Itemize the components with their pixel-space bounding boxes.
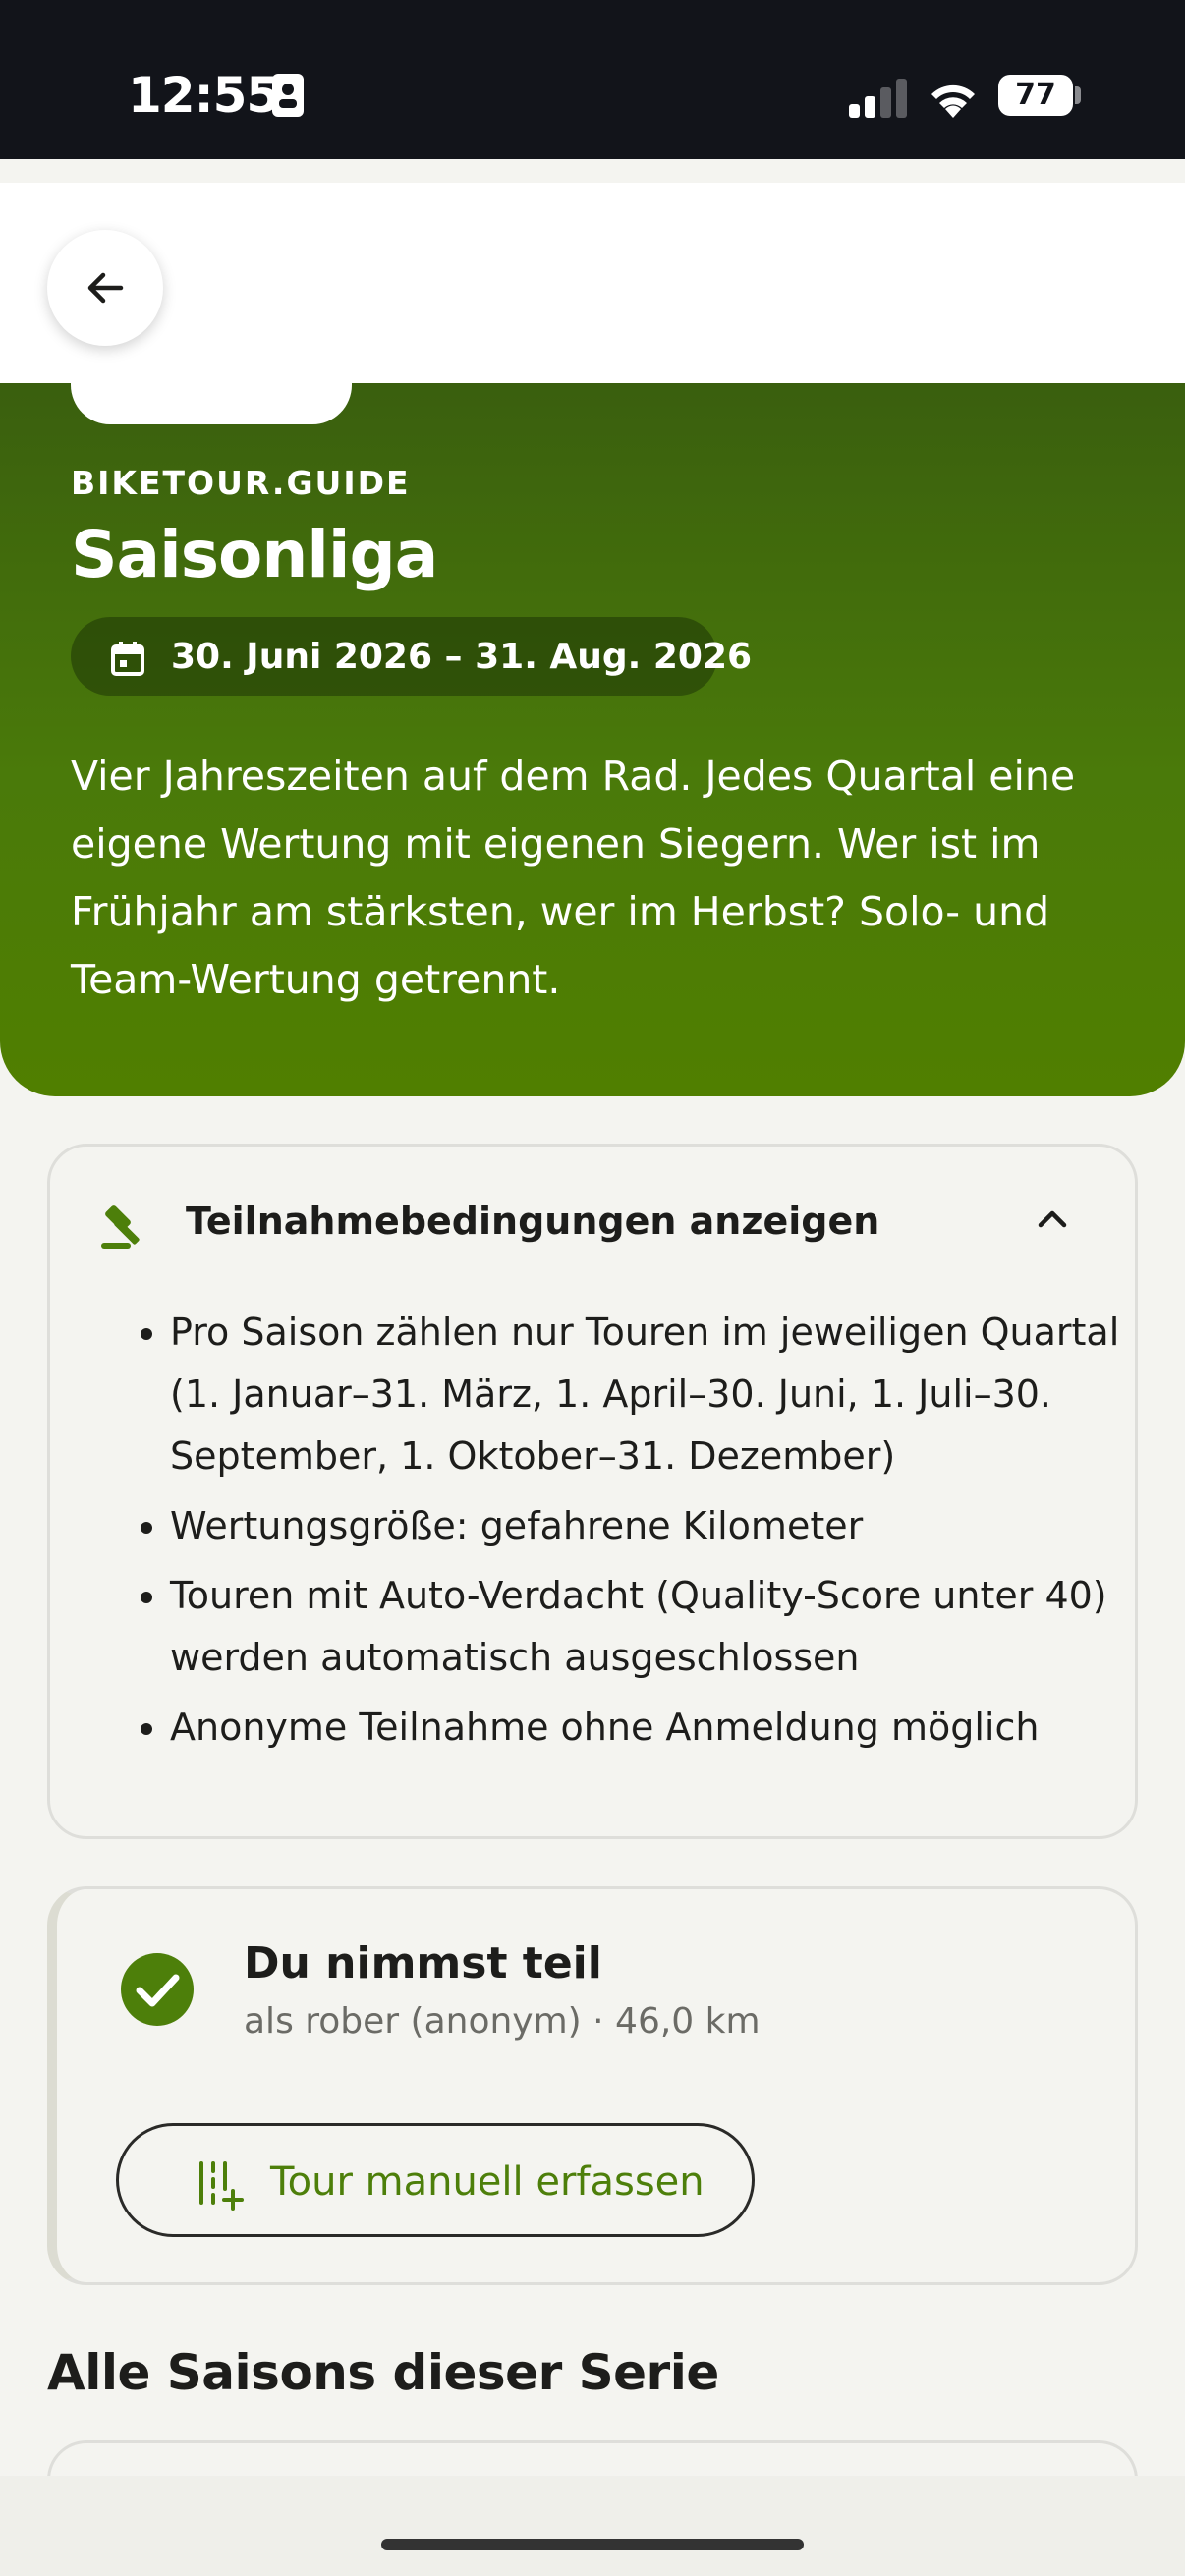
check-circle-icon: [121, 1953, 194, 2026]
date-range-text: 30. Juni 2026 – 31. Aug. 2026: [171, 637, 753, 677]
bottom-safe-area: [0, 2476, 1185, 2576]
arrow-left-icon: [87, 272, 124, 304]
conditions-list: Pro Saison zählen nur Touren im jeweilig…: [119, 1302, 1133, 1766]
brand-eyebrow: BIKETOUR.GUIDE: [71, 464, 411, 502]
battery-level: 77: [998, 75, 1073, 116]
seasons-section-title: Alle Saisons dieser Serie: [47, 2344, 719, 2401]
conditions-toggle[interactable]: Teilnahmebedingungen anzeigen: [186, 1200, 879, 1243]
manual-tour-label: Tour manuell erfassen: [270, 2159, 705, 2205]
hero-tab-notch: [71, 373, 352, 424]
contact-card-icon: [272, 74, 304, 117]
chevron-up-icon[interactable]: [1033, 1200, 1072, 1239]
gavel-icon: [101, 1205, 140, 1249]
condition-item: Wertungsgröße: gefahrene Kilometer: [170, 1495, 1133, 1557]
participation-details: als rober (anonym) · 46,0 km: [244, 2001, 761, 2042]
home-indicator[interactable]: [381, 2539, 804, 2550]
condition-item: Anonyme Teilnahme ohne Anmeldung möglich: [170, 1697, 1133, 1759]
calendar-icon: [111, 642, 144, 676]
cellular-signal-icon: [849, 79, 907, 118]
condition-item: Pro Saison zählen nur Touren im jeweilig…: [170, 1302, 1133, 1487]
participation-card: Du nimmst teil als rober (anonym) · 46,0…: [47, 1886, 1138, 2285]
condition-item: Touren mit Auto-Verdacht (Quality-Score …: [170, 1565, 1133, 1689]
page-title: Saisonliga: [71, 517, 438, 592]
participation-status: Du nimmst teil: [244, 1938, 602, 1988]
hero-description: Vier Jahreszeiten auf dem Rad. Jedes Qua…: [71, 753, 1076, 1003]
date-range-badge: 30. Juni 2026 – 31. Aug. 2026: [71, 617, 752, 696]
top-divider: [0, 159, 1185, 183]
back-button[interactable]: [47, 230, 163, 346]
status-bar: 12:55 77: [0, 0, 1185, 159]
conditions-card: Teilnahmebedingungen anzeigen Pro Saison…: [47, 1144, 1138, 1839]
wifi-icon: [931, 84, 975, 118]
hero-banner: BIKETOUR.GUIDE Saisonliga 30. Juni 2026 …: [0, 373, 1185, 1096]
manual-entry-icon: [199, 2161, 244, 2211]
battery-tip: [1075, 86, 1081, 104]
clock: 12:55: [128, 67, 280, 124]
app-header: [0, 183, 1185, 383]
manual-tour-button[interactable]: Tour manuell erfassen: [116, 2123, 755, 2237]
